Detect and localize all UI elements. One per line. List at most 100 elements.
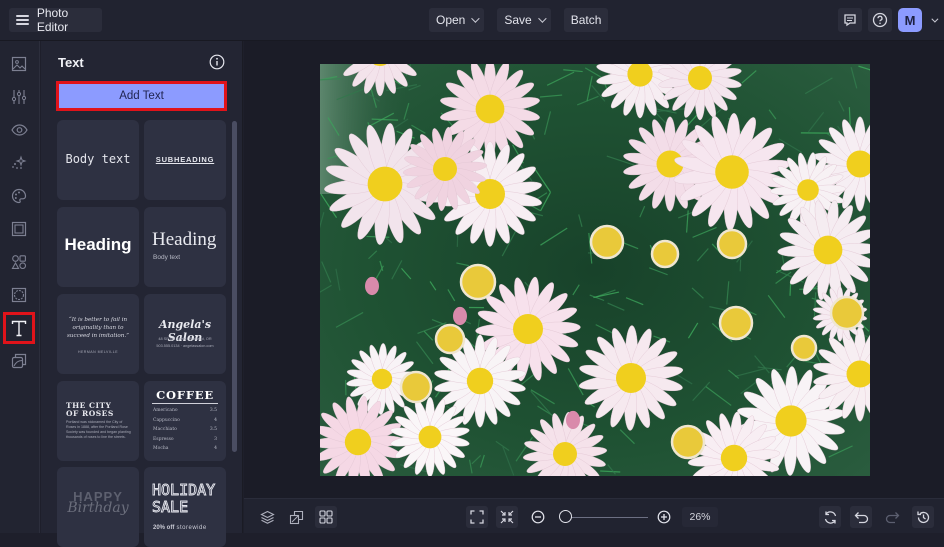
bottom-toolbar: 26%: [244, 498, 944, 533]
daisy-bud: [831, 297, 863, 329]
grid-view-button[interactable]: [315, 506, 337, 528]
zoom-level-input[interactable]: 26%: [682, 507, 718, 527]
coffee-menu-row: Espresso 3: [153, 437, 217, 447]
undo-icon: [854, 511, 869, 524]
rail-item-artsy[interactable]: [4, 181, 34, 211]
image-icon: [11, 56, 27, 72]
template-subheading-text: SUBHEADING: [144, 155, 226, 164]
rail-item-overlays[interactable]: [4, 280, 34, 310]
compare-button[interactable]: [285, 506, 307, 528]
zoom-in-button[interactable]: [653, 506, 675, 528]
pink-bud: [365, 277, 379, 295]
rail-item-frames[interactable]: [4, 214, 34, 244]
coffee-menu-row: Mocha 4: [153, 446, 217, 456]
coffee-menu-item: Mocha: [153, 446, 168, 456]
open-button[interactable]: Open: [429, 8, 484, 32]
coffee-menu-row: Macchiato 3.5: [153, 427, 217, 437]
zoom-out-button[interactable]: [527, 506, 549, 528]
rail-item-text[interactable]: [3, 312, 35, 344]
redo-button[interactable]: [881, 506, 903, 528]
eye-icon: [11, 124, 28, 136]
panel-scrollbar[interactable]: [232, 121, 237, 452]
template-body-text: Body text: [57, 152, 139, 166]
chevron-down-icon: [472, 14, 480, 22]
history-button[interactable]: [912, 506, 934, 528]
coffee-menu-row: Americano3.5: [153, 408, 217, 418]
daisy-bud: [720, 307, 752, 339]
coffee-menu-row: Cappuccino4: [153, 418, 217, 428]
expand-icon: [470, 510, 484, 524]
coffee-menu-item: Macchiato: [153, 427, 177, 437]
top-bar: Photo Editor Open Save Batch M: [0, 0, 944, 41]
zoom-in-icon: [657, 510, 671, 524]
fit-screen-button[interactable]: [466, 506, 488, 528]
daisy-bud: [652, 241, 678, 267]
template-city-title-line2: OF ROSES: [66, 410, 114, 418]
rotate-button[interactable]: [819, 506, 841, 528]
template-holiday-line2: SALE: [152, 499, 215, 516]
feedback-button[interactable]: [838, 8, 862, 32]
info-icon[interactable]: [209, 54, 225, 70]
rail-item-view[interactable]: [4, 115, 34, 145]
coffee-menu-item: Espresso: [153, 437, 174, 447]
layers-button[interactable]: [256, 506, 278, 528]
batch-button[interactable]: Batch: [564, 8, 609, 32]
user-avatar[interactable]: M: [898, 8, 922, 32]
zoom-out-icon: [531, 510, 545, 524]
template-holiday-offer-bold: 20% off: [153, 525, 174, 531]
shapes-icon: [11, 254, 27, 270]
template-holiday-title: HOLIDAY SALE: [152, 482, 215, 516]
template-coffee-menu: Americano3.5Cappuccino4Macchiato3.5Espre…: [153, 408, 217, 456]
template-quote-author: HERMAN MELVILLE: [57, 350, 139, 354]
actual-size-button[interactable]: [496, 506, 518, 528]
save-label: Save: [504, 13, 531, 27]
rail-item-graphics[interactable]: [4, 247, 34, 277]
text-template-heading-serif[interactable]: Heading Body text: [144, 207, 226, 287]
text-icon: [11, 320, 27, 337]
save-button[interactable]: Save: [497, 8, 550, 32]
photo-canvas[interactable]: [320, 64, 870, 476]
text-template-city[interactable]: THE CITY OF ROSES Portland was nicknamed…: [57, 381, 139, 461]
zoom-slider-track[interactable]: [562, 517, 648, 518]
zoom-slider-handle[interactable]: [559, 510, 572, 523]
help-button[interactable]: [868, 8, 892, 32]
text-template-birthday[interactable]: HAPPY Birthday: [57, 467, 139, 547]
template-heading-text: Heading: [57, 235, 139, 255]
template-salon-line2: 503.555.0134 · angelassalon.com: [144, 344, 226, 348]
pink-bud: [453, 307, 467, 325]
coffee-menu-price: 3.5: [210, 427, 217, 437]
rail-item-adjust[interactable]: [4, 82, 34, 112]
rail-item-effects[interactable]: [4, 148, 34, 178]
text-template-quote[interactable]: “It is better to fail in originality tha…: [57, 294, 139, 374]
coffee-menu-item: Cappuccino: [153, 418, 180, 428]
coffee-menu-item: Americano: [153, 408, 178, 418]
app-menu-button[interactable]: Photo Editor: [9, 8, 102, 32]
daisy-bud: [401, 372, 431, 402]
template-coffee-title: COFFEE: [152, 388, 218, 404]
app-title: Photo Editor: [37, 6, 102, 34]
coffee-menu-price: 3: [214, 437, 217, 447]
undo-button[interactable]: [850, 506, 872, 528]
hamburger-menu-icon: [16, 15, 29, 25]
text-template-holiday[interactable]: HOLIDAY SALE 20% off storewide: [144, 467, 226, 547]
feedback-icon: [843, 13, 857, 27]
text-template-body[interactable]: Body text: [57, 120, 139, 200]
coffee-menu-price: 4: [214, 446, 217, 456]
template-quote-text: “It is better to fail in originality tha…: [64, 316, 132, 340]
template-city-title: THE CITY OF ROSES: [66, 402, 114, 418]
account-menu-button[interactable]: [922, 8, 944, 32]
text-template-coffee[interactable]: COFFEE Americano3.5Cappuccino4Macchiato3…: [144, 381, 226, 461]
tool-rail: [0, 41, 40, 533]
refresh-icon: [823, 510, 838, 525]
rail-item-image[interactable]: [4, 49, 34, 79]
rail-item-background[interactable]: [4, 346, 34, 376]
redo-icon: [885, 511, 900, 524]
help-icon: [872, 12, 888, 28]
text-template-salon[interactable]: Angela's Salon 48 SE 5th Street · Portla…: [144, 294, 226, 374]
daisy-bud: [591, 226, 623, 258]
text-template-heading-sans[interactable]: Heading: [57, 207, 139, 287]
template-heading-serif-text: Heading: [152, 229, 216, 251]
text-template-subheading[interactable]: SUBHEADING: [144, 120, 226, 200]
template-holiday-offer: 20% off storewide: [153, 525, 207, 531]
add-text-button[interactable]: Add Text: [56, 81, 227, 111]
